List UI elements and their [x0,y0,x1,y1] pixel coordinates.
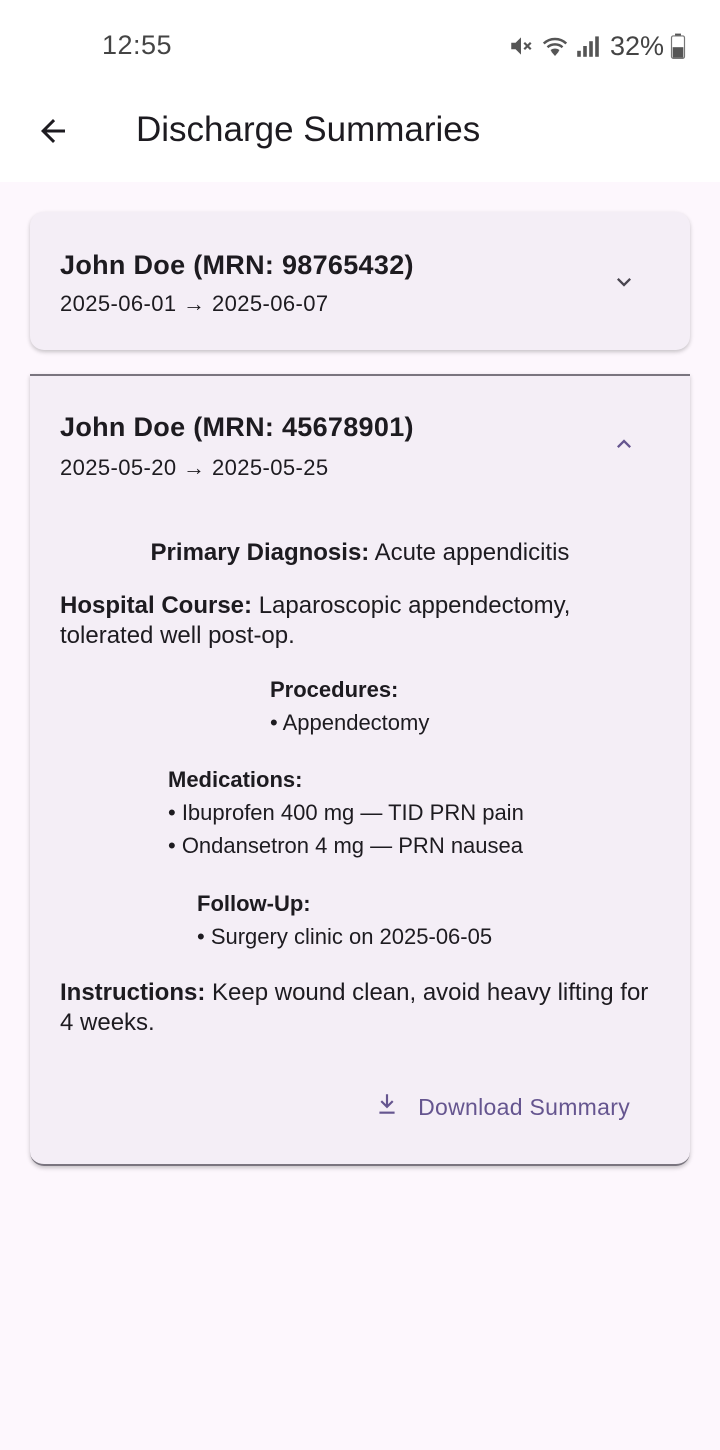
summary-title: John Doe (MRN: 98765432) [60,250,414,280]
download-summary-button[interactable]: Download Summary [374,1090,630,1124]
download-icon [374,1090,400,1124]
mute-icon [508,33,534,59]
procedures-label: Procedures: [270,677,399,702]
chevron-down-icon[interactable] [610,268,638,296]
followup-section: Follow-Up: • Surgery clinic on 2025-06-0… [197,887,492,953]
signal-icon [576,33,600,59]
summary-title: John Doe (MRN: 45678901) [60,412,414,442]
summary-card-expanded: John Doe (MRN: 45678901) 2025-05-20 → 20… [30,374,690,1166]
chevron-up-icon[interactable] [610,430,638,458]
battery-icon [670,33,686,59]
procedures-section: Procedures: • Appendectomy [270,673,429,739]
status-bar: 12:55 32% [0,0,720,92]
summary-dates: 2025-06-01 → 2025-06-07 [60,291,329,316]
summary-dates: 2025-05-20 → 2025-05-25 [60,455,329,480]
arrow-left-icon [35,113,71,154]
hospital-course: Hospital Course: Laparoscopic appendecto… [60,591,650,651]
battery-percent: 32% [609,30,664,61]
primary-diagnosis: Primary Diagnosis: Acute appendicitis [30,538,690,568]
medications-label: Medications: [168,767,303,792]
summary-card-collapsed[interactable]: John Doe (MRN: 98765432) 2025-06-01 → 20… [30,212,690,350]
list-item: • Appendectomy [270,710,430,735]
list-item: • Ibuprofen 400 mg — TID PRN pain [168,800,524,825]
list-item: • Ondansetron 4 mg — PRN nausea [168,833,523,858]
download-summary-label: Download Summary [418,1093,630,1120]
followup-label: Follow-Up: [197,891,311,916]
back-button[interactable] [28,108,78,158]
primary-diagnosis-label: Primary Diagnosis: [150,539,370,566]
instructions-label: Instructions: [60,979,206,1006]
app-bar: Discharge Summaries [0,92,720,182]
medications-section: Medications: • Ibuprofen 400 mg — TID PR… [168,763,524,862]
status-time: 12:55 [102,30,173,60]
primary-diagnosis-value: Acute appendicitis [374,539,570,566]
status-icons: 32% [508,30,686,62]
wifi-icon [540,33,570,59]
hospital-course-label: Hospital Course: [60,592,253,619]
page-title: Discharge Summaries [136,110,481,149]
list-item: • Surgery clinic on 2025-06-05 [197,924,493,949]
instructions: Instructions: Keep wound clean, avoid he… [60,978,660,1038]
